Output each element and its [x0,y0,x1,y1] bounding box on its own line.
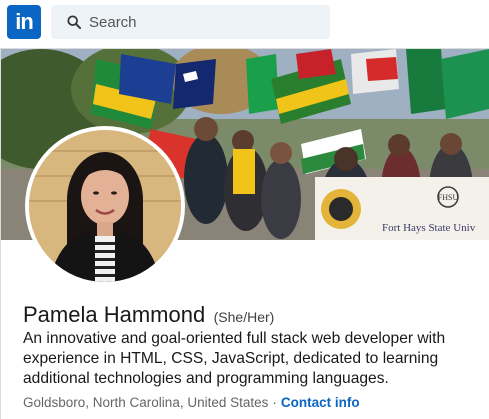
avatar-photo [29,130,181,282]
search-box[interactable] [51,5,330,39]
banner-sign-abbrev: FHSU [438,193,459,202]
search-input[interactable] [89,5,319,39]
top-nav-bar: in [0,0,489,44]
profile-location: Goldsboro, North Carolina, United States [23,395,269,410]
linkedin-logo[interactable]: in [7,5,41,39]
profile-name-row: Pamela Hammond (She/Her) [23,302,274,328]
profile-name: Pamela Hammond [23,302,206,327]
banner-sign-text: Fort Hays State Univ [382,222,476,234]
profile-avatar[interactable] [29,130,181,282]
profile-headline: An innovative and goal-oriented full sta… [23,330,446,387]
contact-info-link[interactable]: Contact info [281,395,360,410]
separator-dot: · [272,395,277,410]
profile-location-row: Goldsboro, North Carolina, United States… [23,395,360,410]
search-icon [67,15,81,29]
profile-pronouns: (She/Her) [213,309,275,325]
